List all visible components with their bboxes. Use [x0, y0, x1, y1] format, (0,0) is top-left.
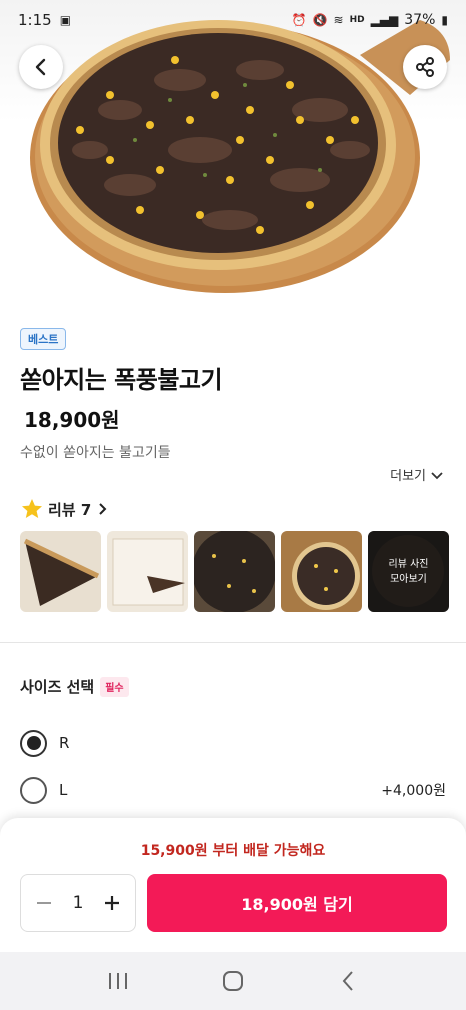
system-nav-bar: [0, 952, 466, 1010]
more-label: 더보기: [390, 469, 426, 484]
recent-apps-button[interactable]: [98, 961, 138, 1001]
share-button[interactable]: [403, 45, 447, 89]
product-title: 쏟아지는 폭풍불고기: [20, 366, 223, 394]
review-photo-image: [194, 531, 275, 612]
wifi-icon: ≋: [333, 13, 344, 27]
section-divider: [0, 642, 466, 643]
required-badge: 필수: [100, 676, 129, 697]
size-section-label: 사이즈 선택: [20, 678, 95, 696]
review-count: 리뷰 7: [48, 500, 92, 519]
min-order-notice: 15,900원 부터 배달 가능해요: [140, 843, 326, 859]
minus-icon: [37, 902, 51, 904]
signal-icon: ▂▄▆: [370, 13, 399, 27]
review-photo-image: [20, 531, 101, 612]
battery-icon: ▮: [441, 13, 448, 27]
review-photo-image: [281, 531, 362, 612]
mute-icon: 🔇: [312, 13, 328, 27]
hd-voice-icon: HD: [349, 14, 365, 25]
product-price: 18,900원: [24, 408, 120, 432]
review-photos-more-label: 리뷰 사진 모아보기: [368, 531, 449, 612]
product-hero-image: [0, 0, 466, 305]
size-option-price: +4,000원: [381, 783, 446, 799]
share-icon: [416, 57, 434, 77]
home-button[interactable]: [213, 961, 253, 1001]
recent-apps-icon: [108, 973, 127, 989]
add-to-cart-button[interactable]: 18,900원 담기: [147, 874, 447, 932]
plus-icon: [104, 896, 119, 910]
star-icon: [22, 499, 42, 518]
review-photo[interactable]: [194, 531, 275, 612]
chevron-left-icon: [35, 58, 46, 76]
gallery-icon: ▣: [59, 13, 72, 27]
review-photo[interactable]: [281, 531, 362, 612]
review-photo-image: [107, 531, 188, 612]
home-icon: [222, 971, 243, 991]
increase-button[interactable]: [99, 890, 125, 916]
back-nav-button[interactable]: [328, 961, 368, 1001]
product-description: 수없이 쏟아지는 불고기들: [20, 445, 171, 461]
radio-unselected-icon[interactable]: [20, 776, 47, 804]
decrease-button[interactable]: [31, 890, 57, 916]
status-bar: 1:15 ▣ ⏰ 🔇 ≋ HD ▂▄▆ 37% ▮: [0, 0, 466, 40]
size-section-title: 사이즈 선택 필수: [20, 676, 129, 697]
quantity-value: 1: [72, 893, 84, 913]
review-photo[interactable]: [20, 531, 101, 612]
quantity-stepper: 1: [20, 874, 136, 932]
battery-percent: 37%: [404, 12, 436, 28]
status-time: 1:15: [18, 11, 52, 29]
chevron-down-icon: [431, 471, 443, 479]
size-option-l[interactable]: L +4,000원: [20, 775, 446, 805]
size-option-label: L: [59, 781, 68, 799]
size-option-r[interactable]: R: [20, 728, 446, 758]
order-bottom-sheet: 15,900원 부터 배달 가능해요 1 18,900원 담기: [0, 818, 466, 952]
review-photos-more-button[interactable]: 리뷰 사진 모아보기: [368, 531, 449, 612]
best-badge: 베스트: [20, 328, 67, 350]
back-arrow-icon: [342, 971, 354, 991]
pizza-image: [30, 20, 450, 293]
review-photos: 리뷰 사진 모아보기: [20, 531, 449, 612]
review-photo[interactable]: [107, 531, 188, 612]
chevron-right-icon: [99, 503, 107, 515]
size-option-label: R: [59, 734, 70, 752]
review-link[interactable]: 리뷰 7: [20, 497, 109, 521]
radio-selected-icon[interactable]: [20, 729, 47, 757]
back-button[interactable]: [19, 45, 63, 89]
alarm-icon: ⏰: [291, 13, 307, 27]
more-button[interactable]: 더보기: [390, 465, 444, 484]
